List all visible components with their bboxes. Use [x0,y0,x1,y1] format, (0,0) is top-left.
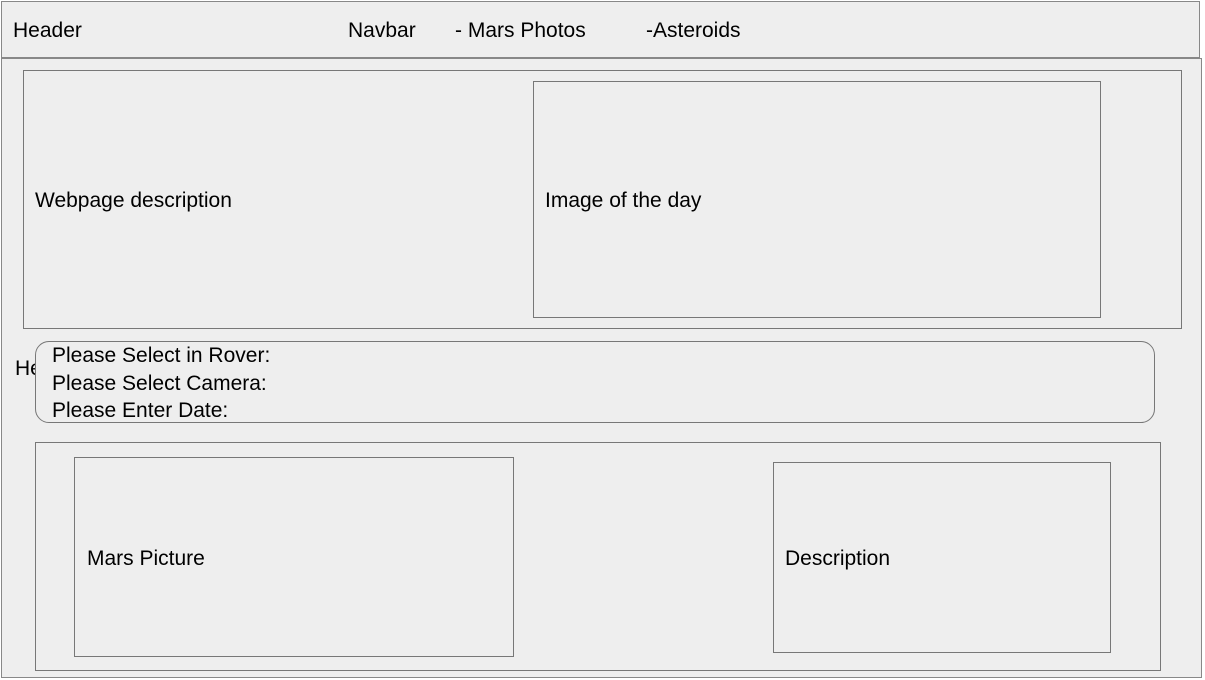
nav-item-asteroids[interactable]: -Asteroids [646,20,741,41]
description-label: Description [785,547,891,570]
mars-picture-label: Mars Picture [87,547,205,570]
navbar-label: Navbar [348,19,416,42]
nav-item-mars-photos[interactable]: - Mars Photos [455,20,586,41]
header-section [1,1,1200,58]
date-input-label[interactable]: Please Enter Date: [52,400,228,421]
image-of-the-day-label: Image of the day [545,189,702,212]
camera-select-label[interactable]: Please Select Camera: [52,373,267,394]
rover-select-label[interactable]: Please Select in Rover: [52,345,270,366]
header-label: Header [13,19,82,42]
webpage-description-label: Webpage description [35,189,232,212]
